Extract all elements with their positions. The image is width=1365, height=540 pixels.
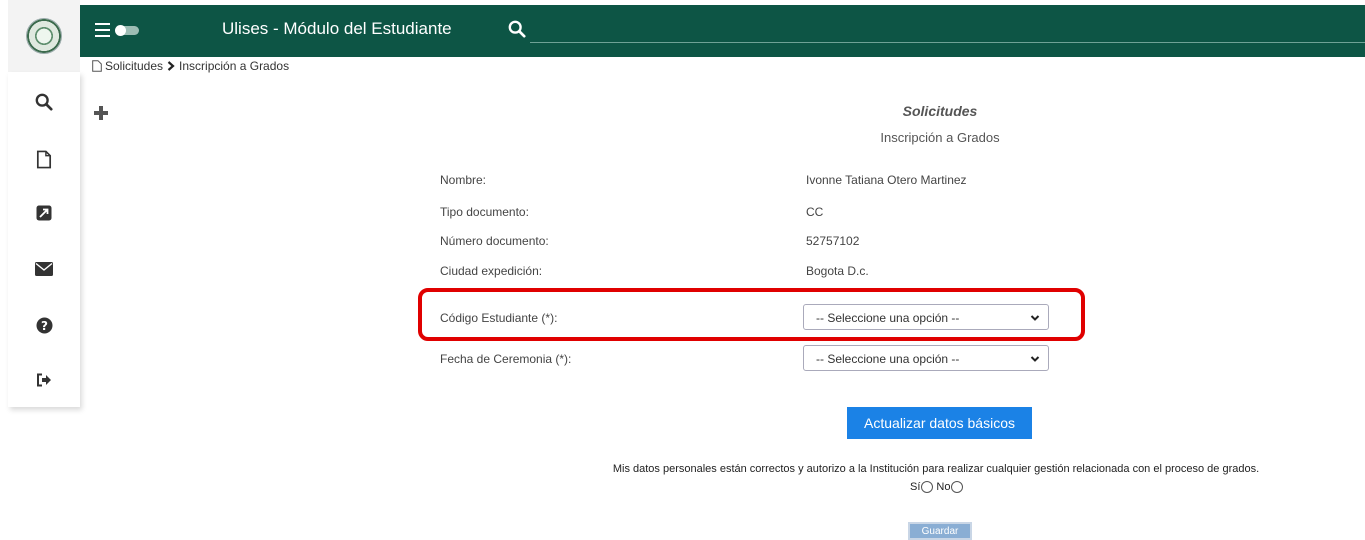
sidebar-item-external[interactable] xyxy=(34,203,54,223)
search-input[interactable] xyxy=(530,42,1365,43)
highlight-box xyxy=(418,288,1085,341)
logout-icon xyxy=(37,373,51,387)
save-button[interactable]: Guardar xyxy=(908,522,972,540)
value-tipo-documento: CC xyxy=(806,205,824,219)
sidebar-item-messages[interactable] xyxy=(34,259,54,279)
label-nombre: Nombre: xyxy=(440,173,487,187)
yes-radio[interactable] xyxy=(921,481,934,493)
envelope-icon xyxy=(35,262,53,276)
sidebar-toggle[interactable] xyxy=(115,25,139,36)
logo-container xyxy=(8,0,80,72)
breadcrumb-item-solicitudes[interactable]: Solicitudes xyxy=(105,59,163,73)
no-radio[interactable] xyxy=(951,481,964,493)
sidebar-item-requests[interactable] xyxy=(34,149,54,169)
page-title: Solicitudes xyxy=(902,103,978,119)
sidebar-item-help[interactable]: ? xyxy=(34,315,54,335)
breadcrumb-item-current: Inscripción a Grados xyxy=(179,59,290,73)
fecha-ceremonia-selected: -- Seleccione una opción -- xyxy=(816,352,960,366)
consent-text: Mis datos personales están correctos y a… xyxy=(612,463,1260,475)
value-numero-documento: 52757102 xyxy=(806,234,860,248)
top-navbar: Ulises - Módulo del Estudiante xyxy=(80,5,1365,57)
external-link-icon xyxy=(36,205,52,221)
document-icon xyxy=(36,150,52,168)
add-icon[interactable] xyxy=(94,106,108,120)
label-numero-documento: Número documento: xyxy=(440,234,549,248)
sidebar: ? xyxy=(8,72,80,407)
label-fecha-ceremonia: Fecha de Ceremonia (*): xyxy=(440,352,572,366)
no-label: No xyxy=(936,481,951,493)
institution-logo xyxy=(26,18,62,54)
chevron-right-icon xyxy=(167,61,175,71)
sidebar-item-search[interactable] xyxy=(34,92,54,112)
search-icon[interactable] xyxy=(508,20,526,38)
chevron-down-icon xyxy=(1030,356,1040,362)
breadcrumb: Solicitudes Inscripción a Grados xyxy=(92,59,289,73)
label-ciudad-expedicion: Ciudad expedición: xyxy=(440,264,543,278)
label-tipo-documento: Tipo documento: xyxy=(440,205,529,219)
toggle-knob xyxy=(115,25,126,36)
menu-icon[interactable] xyxy=(95,23,110,38)
consent-radio-group: Sí No xyxy=(910,481,966,493)
value-nombre: Ivonne Tatiana Otero Martinez xyxy=(806,173,967,187)
yes-label: Sí xyxy=(910,481,921,493)
update-basic-data-button[interactable]: Actualizar datos básicos xyxy=(847,407,1032,439)
value-ciudad-expedicion: Bogota D.c. xyxy=(806,264,869,278)
page-subtitle: Inscripción a Grados xyxy=(880,130,1000,145)
search-icon xyxy=(35,93,53,111)
fecha-ceremonia-select[interactable]: -- Seleccione una opción -- xyxy=(803,345,1049,371)
svg-text:?: ? xyxy=(41,319,48,333)
document-icon xyxy=(92,60,102,72)
help-icon: ? xyxy=(36,317,52,333)
sidebar-item-logout[interactable] xyxy=(34,370,54,390)
app-title: Ulises - Módulo del Estudiante xyxy=(222,19,452,38)
